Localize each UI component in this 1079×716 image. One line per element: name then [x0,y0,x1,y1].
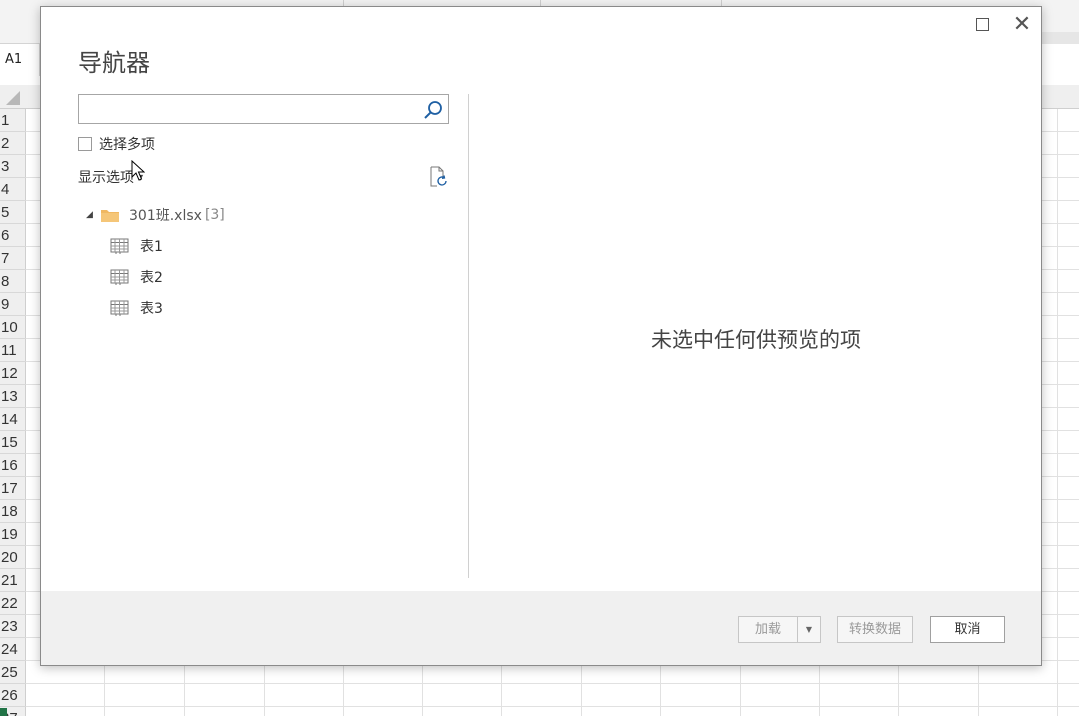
row-number[interactable]: 1 [0,109,26,132]
row-number[interactable]: 11 [0,339,26,362]
table-label: 表2 [140,270,163,286]
select-multiple-label: 选择多项 [99,137,155,153]
row-number[interactable]: 25 [0,661,26,684]
select-all-corner[interactable] [6,91,20,105]
row-number[interactable]: 2 [0,132,26,155]
row-number[interactable]: 5 [0,201,26,224]
dialog-title: 导航器 [78,49,150,77]
row-number[interactable]: 15 [0,431,26,454]
tree-root-workbook[interactable]: ◢ 301班.xlsx [3] [86,203,225,227]
search-input[interactable] [79,95,419,123]
row-number[interactable]: 21 [0,569,26,592]
maximize-icon [976,18,989,31]
close-icon: ✕ [1012,12,1032,37]
table-icon [110,238,129,254]
name-box[interactable]: A1 [0,44,40,76]
mouse-cursor-icon [131,160,145,181]
row-number[interactable]: 6 [0,224,26,247]
tree-item-table-2[interactable]: 表2 [110,265,163,289]
display-options-label: 显示选项 [78,170,134,186]
grid-column-line [1057,109,1058,716]
refresh-icon[interactable] [428,166,448,188]
select-multiple-checkbox[interactable] [78,137,92,151]
row-number[interactable]: 14 [0,408,26,431]
navigator-dialog: ✕ 导航器 选择多项 显示选项 ▼ ◢ 301班.xlsx [3] [40,6,1042,666]
folder-icon [101,210,119,222]
row-number[interactable]: 17 [0,477,26,500]
row-number[interactable]: 18 [0,500,26,523]
table-icon [110,269,129,285]
workbook-label: 301班.xlsx [129,208,202,224]
row-number[interactable]: 22 [0,592,26,615]
transform-data-button[interactable]: 转换数据 [837,616,913,643]
cancel-button[interactable]: 取消 [930,616,1005,643]
table-icon [110,300,129,316]
close-button[interactable]: ✕ [1011,12,1033,37]
load-button[interactable]: 加载 [738,616,798,643]
search-box[interactable] [78,94,449,124]
active-cell-marker [0,708,7,716]
workbook-item-count: [3] [204,207,225,223]
maximize-button[interactable] [971,15,993,35]
table-label: 表1 [140,239,163,255]
row-number[interactable]: 23 [0,615,26,638]
row-number[interactable]: 8 [0,270,26,293]
row-number[interactable]: 3 [0,155,26,178]
preview-empty-message: 未选中任何供预览的项 [651,328,861,352]
search-icon[interactable] [422,99,444,121]
dialog-footer: 加载 ▼ 转换数据 取消 [41,591,1041,665]
row-number[interactable]: 24 [0,638,26,661]
row-number[interactable]: 16 [0,454,26,477]
row-number[interactable]: 7 [0,247,26,270]
table-label: 表3 [140,301,163,317]
load-options-button[interactable]: ▼ [797,616,821,643]
row-number[interactable]: 19 [0,523,26,546]
row-number[interactable]: 20 [0,546,26,569]
row-number[interactable]: 13 [0,385,26,408]
collapse-icon[interactable]: ◢ [86,210,100,220]
row-number[interactable]: 10 [0,316,26,339]
row-header-bar: 1 2 3 4 5 6 7 8 9 10 11 12 13 14 15 16 17 18 19 20 21 22 23 24 2… [0,109,26,716]
row-number[interactable]: 9 [0,293,26,316]
select-multiple-option[interactable]: 选择多项 [78,135,155,153]
formula-bar[interactable] [1042,32,1079,44]
row-number[interactable]: 12 [0,362,26,385]
row-number[interactable]: 4 [0,178,26,201]
row-number[interactable]: 26 [0,684,26,707]
dropdown-caret-icon: ▼ [805,625,813,634]
tree-item-table-1[interactable]: 表1 [110,234,163,258]
tree-item-table-3[interactable]: 表3 [110,296,163,320]
